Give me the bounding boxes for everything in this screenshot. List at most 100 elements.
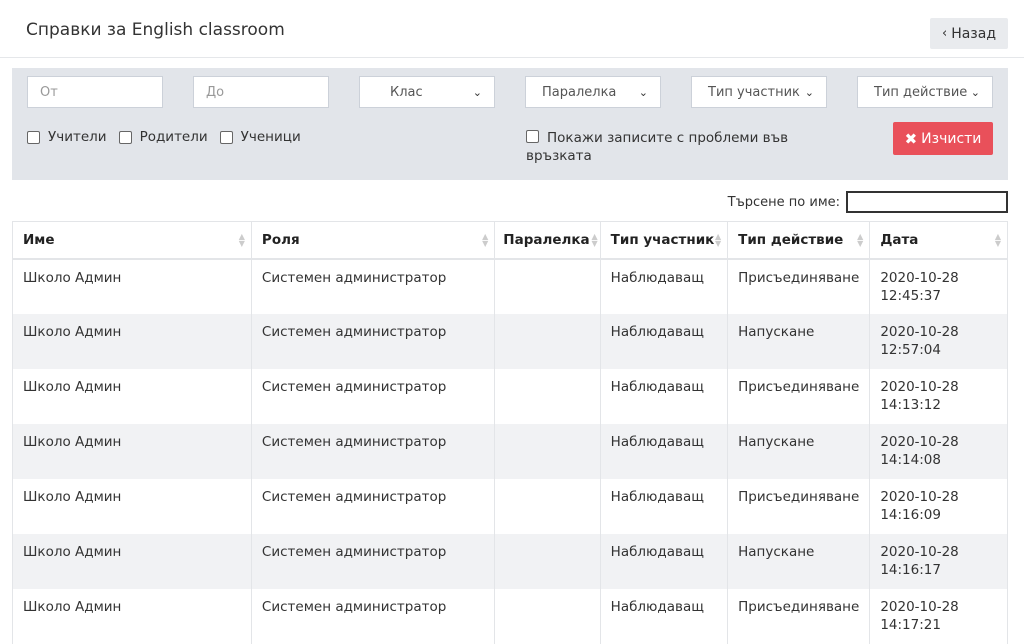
cell-name: Школо Админ xyxy=(12,369,252,424)
class-select[interactable]: Клас ⌄ xyxy=(359,76,495,108)
cell-action-type: Присъединяване xyxy=(727,369,871,424)
students-checkbox-label: Ученици xyxy=(240,129,301,145)
search-label: Търсене по име: xyxy=(727,194,840,210)
cell-date: 2020-10-28 14:16:17 xyxy=(869,534,1008,589)
column-header-role[interactable]: Роля ▲ ▼ xyxy=(250,221,496,260)
cell-date: 2020-10-28 12:45:37 xyxy=(869,259,1008,314)
cell-role: Системен администратор xyxy=(250,369,496,424)
table-row: Школо Админ Системен администратор Наблю… xyxy=(12,314,1008,369)
chevron-left-icon: ‹ xyxy=(941,26,948,41)
cell-action-type: Присъединяване xyxy=(727,259,871,314)
chevron-down-icon: ⌄ xyxy=(970,85,980,99)
table-row: Школо Админ Системен администратор Наблю… xyxy=(12,534,1008,589)
from-date-placeholder: От xyxy=(40,84,58,100)
teachers-checkbox[interactable] xyxy=(27,130,40,144)
cell-date: 2020-10-28 14:16:09 xyxy=(869,479,1008,534)
sort-icon: ▲ ▼ xyxy=(238,232,245,248)
cell-parallel xyxy=(494,589,601,644)
column-header-label: Паралелка xyxy=(503,232,590,248)
connection-problems-option: Покажи записите с проблеми във връзката xyxy=(526,129,816,165)
cell-action-type: Напускане xyxy=(727,314,871,369)
cell-participant-type: Наблюдаващ xyxy=(599,534,729,589)
column-header-label: Тип участник xyxy=(610,232,715,248)
cell-participant-type: Наблюдаващ xyxy=(599,314,729,369)
table-row: Школо Админ Системен администратор Наблю… xyxy=(12,479,1008,534)
column-header-action-type[interactable]: Тип действие ▲ ▼ xyxy=(727,221,871,260)
column-header-label: Име xyxy=(23,232,55,248)
sort-icon: ▲ ▼ xyxy=(591,232,598,248)
participant-type-select[interactable]: Тип участник ⌄ xyxy=(691,76,827,108)
sort-icon: ▲ ▼ xyxy=(994,232,1001,248)
clear-button-label: Изчисти xyxy=(921,130,982,147)
cell-action-type: Присъединяване xyxy=(727,589,871,644)
column-header-parallel[interactable]: Паралелка ▲ ▼ xyxy=(494,221,601,260)
cell-date: 2020-10-28 14:17:21 xyxy=(869,589,1008,644)
cell-participant-type: Наблюдаващ xyxy=(599,424,729,479)
parallel-select-label: Паралелка xyxy=(542,84,617,100)
cell-participant-type: Наблюдаващ xyxy=(599,259,729,314)
chevron-down-icon: ⌄ xyxy=(804,85,814,99)
cell-action-type: Напускане xyxy=(727,424,871,479)
records-table: Име ▲ ▼ Роля ▲ ▼ Паралелка ▲ ▼ Тип участник ▲ ▼ … xyxy=(12,221,1008,644)
back-button[interactable]: ‹ Назад xyxy=(930,18,1008,49)
cell-participant-type: Наблюдаващ xyxy=(599,589,729,644)
date-value: 2020-10-28 xyxy=(880,544,959,560)
cell-role: Системен администратор xyxy=(250,259,496,314)
chevron-down-icon: ⌄ xyxy=(472,85,482,99)
cell-date: 2020-10-28 14:13:12 xyxy=(869,369,1008,424)
table-row: Школо Админ Системен администратор Наблю… xyxy=(12,369,1008,424)
time-value: 14:17:21 xyxy=(880,617,941,633)
close-icon: ✖ xyxy=(904,129,918,148)
filter-panel: От До Клас ⌄ Паралелка ⌄ Тип участник ⌄ … xyxy=(12,68,1008,180)
cell-participant-type: Наблюдаващ xyxy=(599,369,729,424)
connection-problems-checkbox[interactable] xyxy=(526,130,539,143)
cell-action-type: Присъединяване xyxy=(727,479,871,534)
class-select-label: Клас xyxy=(390,84,423,100)
date-value: 2020-10-28 xyxy=(880,434,959,450)
cell-parallel xyxy=(494,424,601,479)
table-row: Школо Админ Системен администратор Наблю… xyxy=(12,259,1008,314)
cell-parallel xyxy=(494,369,601,424)
parents-checkbox[interactable] xyxy=(118,130,132,144)
cell-name: Школо Админ xyxy=(12,259,252,314)
clear-button[interactable]: ✖ Изчисти xyxy=(893,122,993,155)
search-input[interactable] xyxy=(846,191,1008,213)
time-value: 12:45:37 xyxy=(880,288,941,304)
time-value: 12:57:04 xyxy=(880,342,941,358)
cell-parallel xyxy=(494,479,601,534)
parallel-select[interactable]: Паралелка ⌄ xyxy=(525,76,661,108)
to-date-input[interactable]: До xyxy=(193,76,329,108)
chevron-down-icon: ⌄ xyxy=(638,85,648,99)
role-checkboxes: Учители Родители Ученици xyxy=(27,129,313,145)
from-date-input[interactable]: От xyxy=(27,76,163,108)
parents-checkbox-label: Родители xyxy=(139,129,208,145)
cell-participant-type: Наблюдаващ xyxy=(599,479,729,534)
cell-parallel xyxy=(494,534,601,589)
cell-action-type: Напускане xyxy=(727,534,871,589)
column-header-label: Роля xyxy=(261,232,300,248)
cell-date: 2020-10-28 14:14:08 xyxy=(869,424,1008,479)
page-header: Справки за English classroom ‹ Назад xyxy=(0,0,1024,58)
page-title: Справки за English classroom xyxy=(26,20,285,40)
cell-date: 2020-10-28 12:57:04 xyxy=(869,314,1008,369)
column-header-name[interactable]: Име ▲ ▼ xyxy=(12,221,252,260)
teachers-checkbox-label: Учители xyxy=(48,129,107,145)
cell-name: Школо Админ xyxy=(12,314,252,369)
date-value: 2020-10-28 xyxy=(880,270,959,286)
cell-name: Школо Админ xyxy=(12,479,252,534)
column-header-label: Тип действие xyxy=(738,232,844,248)
to-date-placeholder: До xyxy=(206,84,225,100)
cell-parallel xyxy=(494,259,601,314)
column-header-participant-type[interactable]: Тип участник ▲ ▼ xyxy=(599,221,729,260)
back-button-label: Назад xyxy=(951,25,996,42)
action-type-label: Тип действие xyxy=(874,84,968,100)
date-value: 2020-10-28 xyxy=(880,599,959,615)
action-type-select[interactable]: Тип действие ⌄ xyxy=(857,76,993,108)
cell-name: Школо Админ xyxy=(12,424,252,479)
students-checkbox[interactable] xyxy=(219,130,233,144)
column-header-date[interactable]: Дата ▲ ▼ xyxy=(869,221,1008,260)
sort-icon: ▲ ▼ xyxy=(482,232,489,248)
time-value: 14:13:12 xyxy=(880,397,941,413)
cell-name: Школо Админ xyxy=(12,589,252,644)
cell-role: Системен администратор xyxy=(250,314,496,369)
